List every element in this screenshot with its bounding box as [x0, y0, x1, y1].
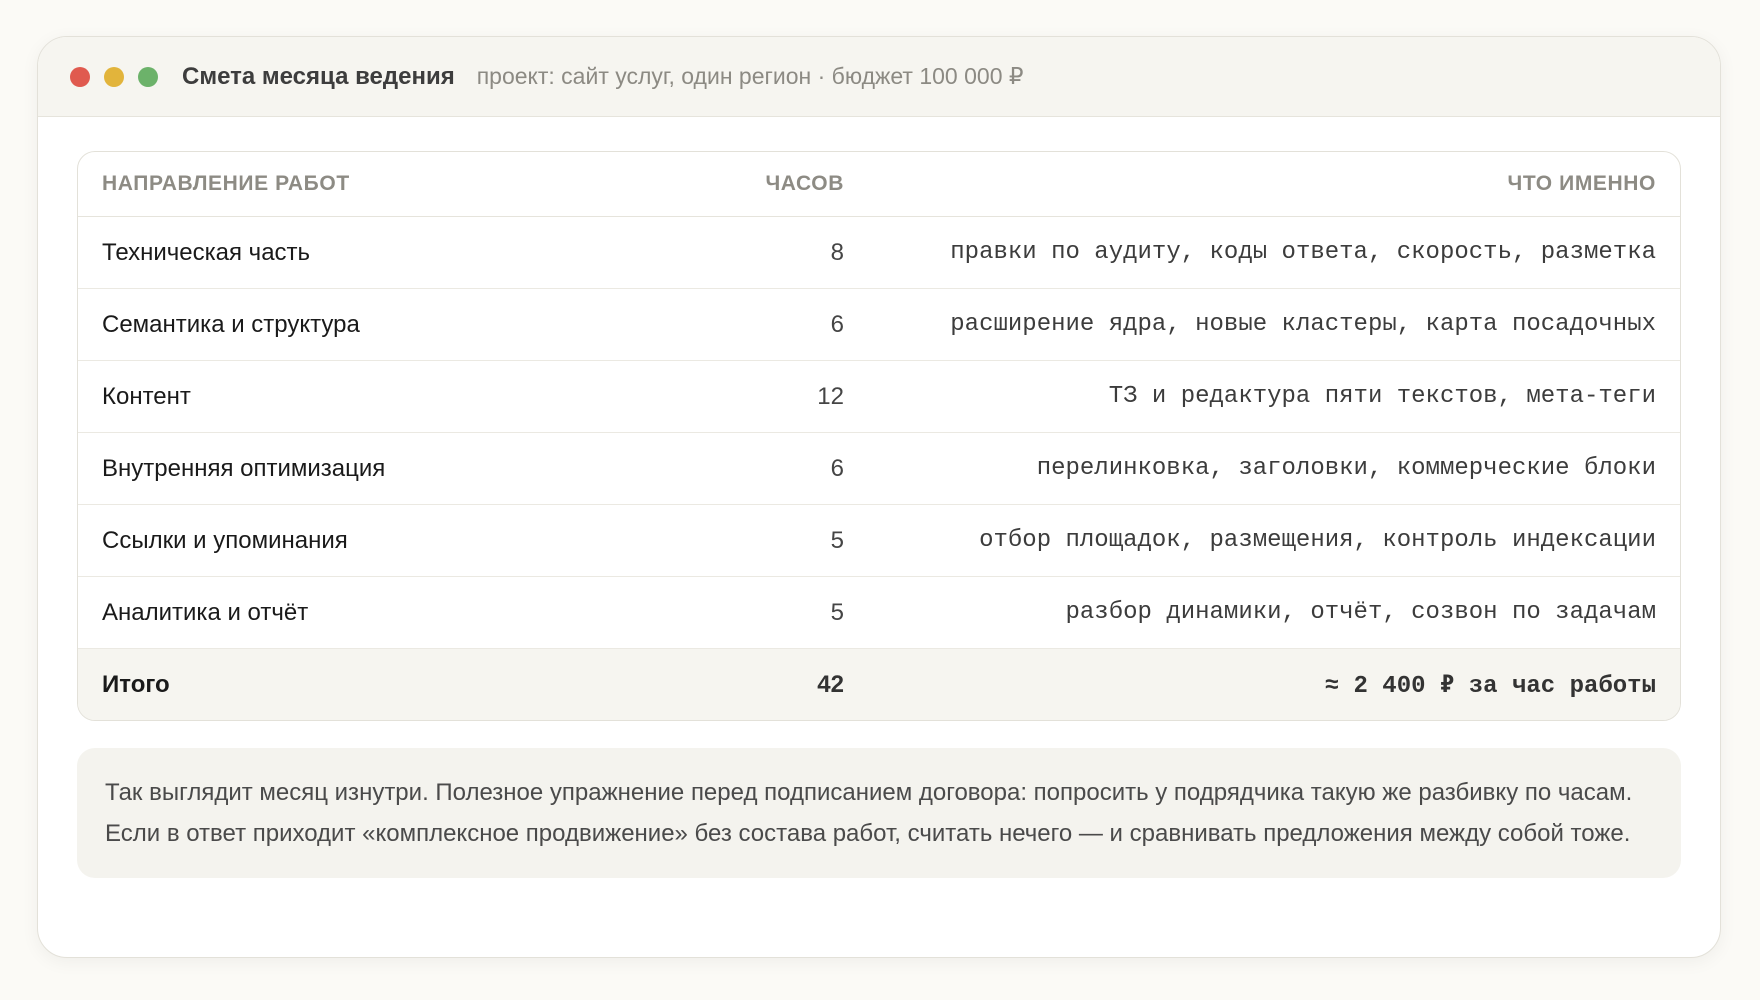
window-title: Смета месяца ведения [182, 62, 455, 90]
row-details: отбор площадок, размещения, контроль инд… [868, 504, 1680, 577]
row-hours: 12 [638, 360, 868, 433]
table-row: Ссылки и упоминания 5 отбор площадок, ра… [78, 504, 1680, 577]
row-direction: Техническая часть [78, 216, 638, 289]
row-hours: 8 [638, 216, 868, 289]
row-hours: 6 [638, 432, 868, 505]
row-direction: Контент [78, 360, 638, 433]
explanatory-note: Так выглядит месяц изнутри. Полезное упр… [77, 748, 1681, 878]
table-header-row: Направление работ Часов Что именно [78, 152, 1680, 217]
table-row: Контент 12 ТЗ и редактура пяти текстов, … [78, 360, 1680, 433]
total-details: ≈ 2 400 ₽ за час работы [868, 648, 1680, 720]
table-row: Семантика и структура 6 расширение ядра,… [78, 288, 1680, 361]
row-direction: Внутренняя оптимизация [78, 432, 638, 505]
row-details: ТЗ и редактура пяти текстов, мета-теги [868, 360, 1680, 433]
row-direction: Семантика и структура [78, 288, 638, 361]
close-window-dot[interactable] [70, 66, 90, 87]
table-row: Техническая часть 8 правки по аудиту, ко… [78, 216, 1680, 289]
row-hours: 5 [638, 504, 868, 577]
row-direction: Ссылки и упоминания [78, 504, 638, 577]
table-row: Внутренняя оптимизация 6 перелинковка, з… [78, 432, 1680, 505]
table-total-row: Итого 42 ≈ 2 400 ₽ за час работы [78, 648, 1680, 720]
row-details: разбор динамики, отчёт, созвон по задача… [868, 576, 1680, 649]
estimate-table-container: Направление работ Часов Что именно Техни… [77, 151, 1681, 721]
window-titlebar: Смета месяца ведения проект: сайт услуг,… [38, 37, 1720, 117]
row-details: перелинковка, заголовки, коммерческие бл… [868, 432, 1680, 505]
total-label: Итого [78, 648, 638, 720]
header-hours: Часов [638, 152, 868, 217]
estimate-table: Направление работ Часов Что именно Техни… [78, 152, 1680, 720]
row-hours: 5 [638, 576, 868, 649]
header-details: Что именно [868, 152, 1680, 217]
maximize-window-dot[interactable] [138, 66, 158, 87]
estimate-window: Смета месяца ведения проект: сайт услуг,… [37, 36, 1721, 958]
row-direction: Аналитика и отчёт [78, 576, 638, 649]
header-direction: Направление работ [78, 152, 638, 217]
window-content: Направление работ Часов Что именно Техни… [38, 117, 1720, 878]
row-hours: 6 [638, 288, 868, 361]
row-details: правки по аудиту, коды ответа, скорость,… [868, 216, 1680, 289]
minimize-window-dot[interactable] [104, 66, 124, 87]
window-subtitle: проект: сайт услуг, один регион · бюджет… [476, 63, 1024, 89]
row-details: расширение ядра, новые кластеры, карта п… [868, 288, 1680, 361]
total-hours: 42 [638, 648, 868, 720]
table-row: Аналитика и отчёт 5 разбор динамики, отч… [78, 576, 1680, 649]
